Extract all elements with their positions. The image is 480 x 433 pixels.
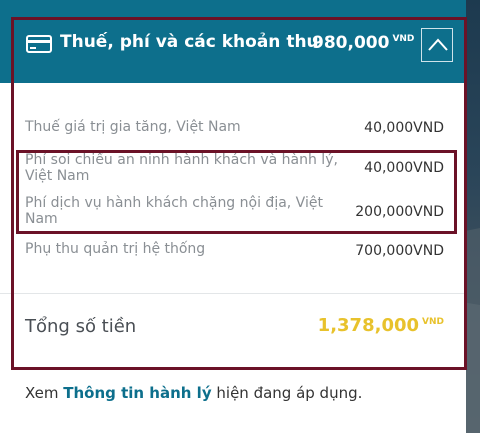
baggage-info-link[interactable]: Thông tin hành lý xyxy=(63,384,211,402)
baggage-info-note: Xem Thông tin hành lý hiện đang áp dụng. xyxy=(25,384,362,402)
footer-prefix: Xem xyxy=(25,384,59,402)
highlight-outline-inner xyxy=(16,150,457,234)
footer-suffix: hiện đang áp dụng. xyxy=(216,384,363,402)
